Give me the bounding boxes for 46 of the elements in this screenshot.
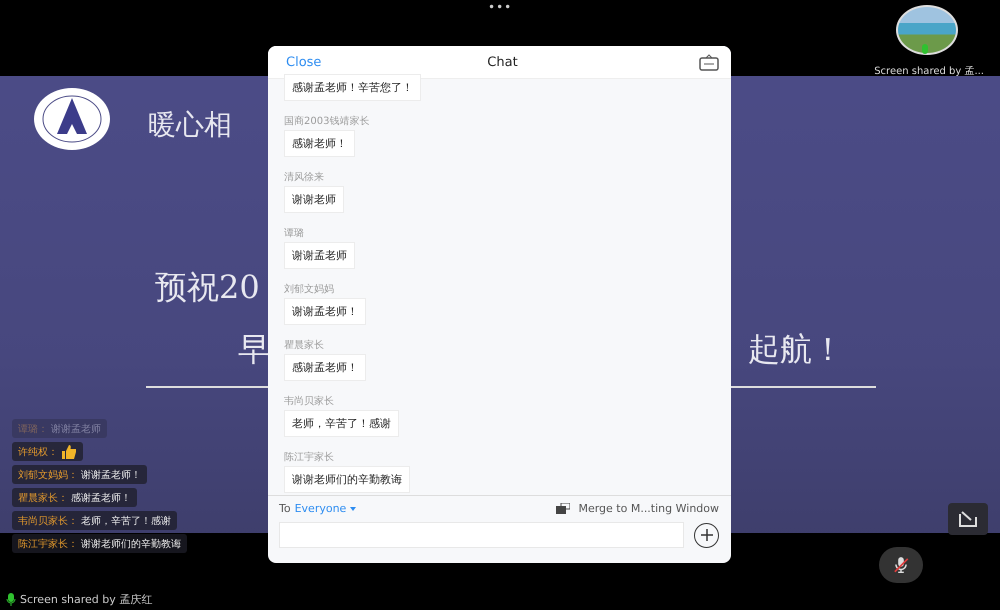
- message-bubble: 感谢孟老师！: [284, 354, 366, 381]
- sender-name: 陈江宇家长：: [18, 538, 78, 550]
- sender-name: 谭璐: [284, 227, 304, 241]
- sender-name: 谭璐：: [18, 422, 48, 436]
- plus-icon: [700, 529, 712, 541]
- windows-icon: [556, 503, 570, 514]
- thumbs-up-icon: [61, 444, 77, 458]
- slide-title: 暖心相: [148, 107, 232, 143]
- message-bubble: 谢谢老师: [284, 186, 344, 213]
- sender-name: 清风徐来: [284, 171, 324, 185]
- message-text: 谢谢孟老师！: [81, 468, 141, 482]
- mute-button[interactable]: [879, 547, 923, 583]
- message-bubble: 老师，辛苦了！感谢: [284, 410, 399, 437]
- annotate-button[interactable]: [948, 503, 988, 535]
- slide-text: 起航！: [748, 329, 844, 370]
- message-bubble: 谢谢孟老师！: [284, 298, 366, 325]
- presenter-label: Screen shared by 孟...: [874, 65, 984, 78]
- sender-name: 陈江宇家长: [284, 451, 334, 465]
- message-bubble: 感谢老师！: [284, 130, 355, 157]
- sender-name: 韦尚贝家长: [284, 395, 334, 409]
- sender-name: 刘郁文妈妈：: [18, 468, 78, 482]
- message-text: 谢谢孟老师: [51, 422, 101, 436]
- message-bubble: 感谢孟老师！辛苦您了！: [284, 74, 421, 101]
- message-text: 感谢孟老师！: [71, 492, 131, 504]
- message-bubble: 谢谢老师们的辛勤教诲: [284, 466, 410, 493]
- mic-icon: [6, 593, 16, 606]
- screen-share-label: Screen shared by 孟庆红: [20, 592, 152, 607]
- announcement-icon[interactable]: [699, 54, 719, 70]
- message-text: 老师，辛苦了！感谢: [81, 514, 171, 528]
- merge-button[interactable]: Merge to M...ting Window: [556, 502, 719, 515]
- slide-text: 早: [238, 329, 270, 370]
- sender-name: 国商2003钱靖家长: [284, 115, 370, 129]
- to-label: To: [279, 502, 291, 515]
- slide-text: 预祝20: [155, 267, 260, 308]
- more-icon[interactable]: •••: [488, 0, 512, 14]
- caret-icon: [350, 506, 356, 510]
- sender-name: 瞿晨家长: [284, 339, 324, 353]
- message-bubble: 谢谢孟老师: [284, 242, 355, 269]
- panel-title: Chat: [487, 54, 518, 70]
- add-button[interactable]: [694, 522, 719, 548]
- message-text: 谢谢老师们的辛勤教诲: [81, 538, 181, 550]
- sender-name: 许纯权：: [18, 446, 58, 458]
- sender-name: 韦尚贝家长：: [18, 514, 78, 528]
- pencil-icon: [957, 509, 979, 529]
- sender-name: 瞿晨家长：: [18, 492, 68, 504]
- sender-name: 刘郁文妈妈: [284, 283, 334, 297]
